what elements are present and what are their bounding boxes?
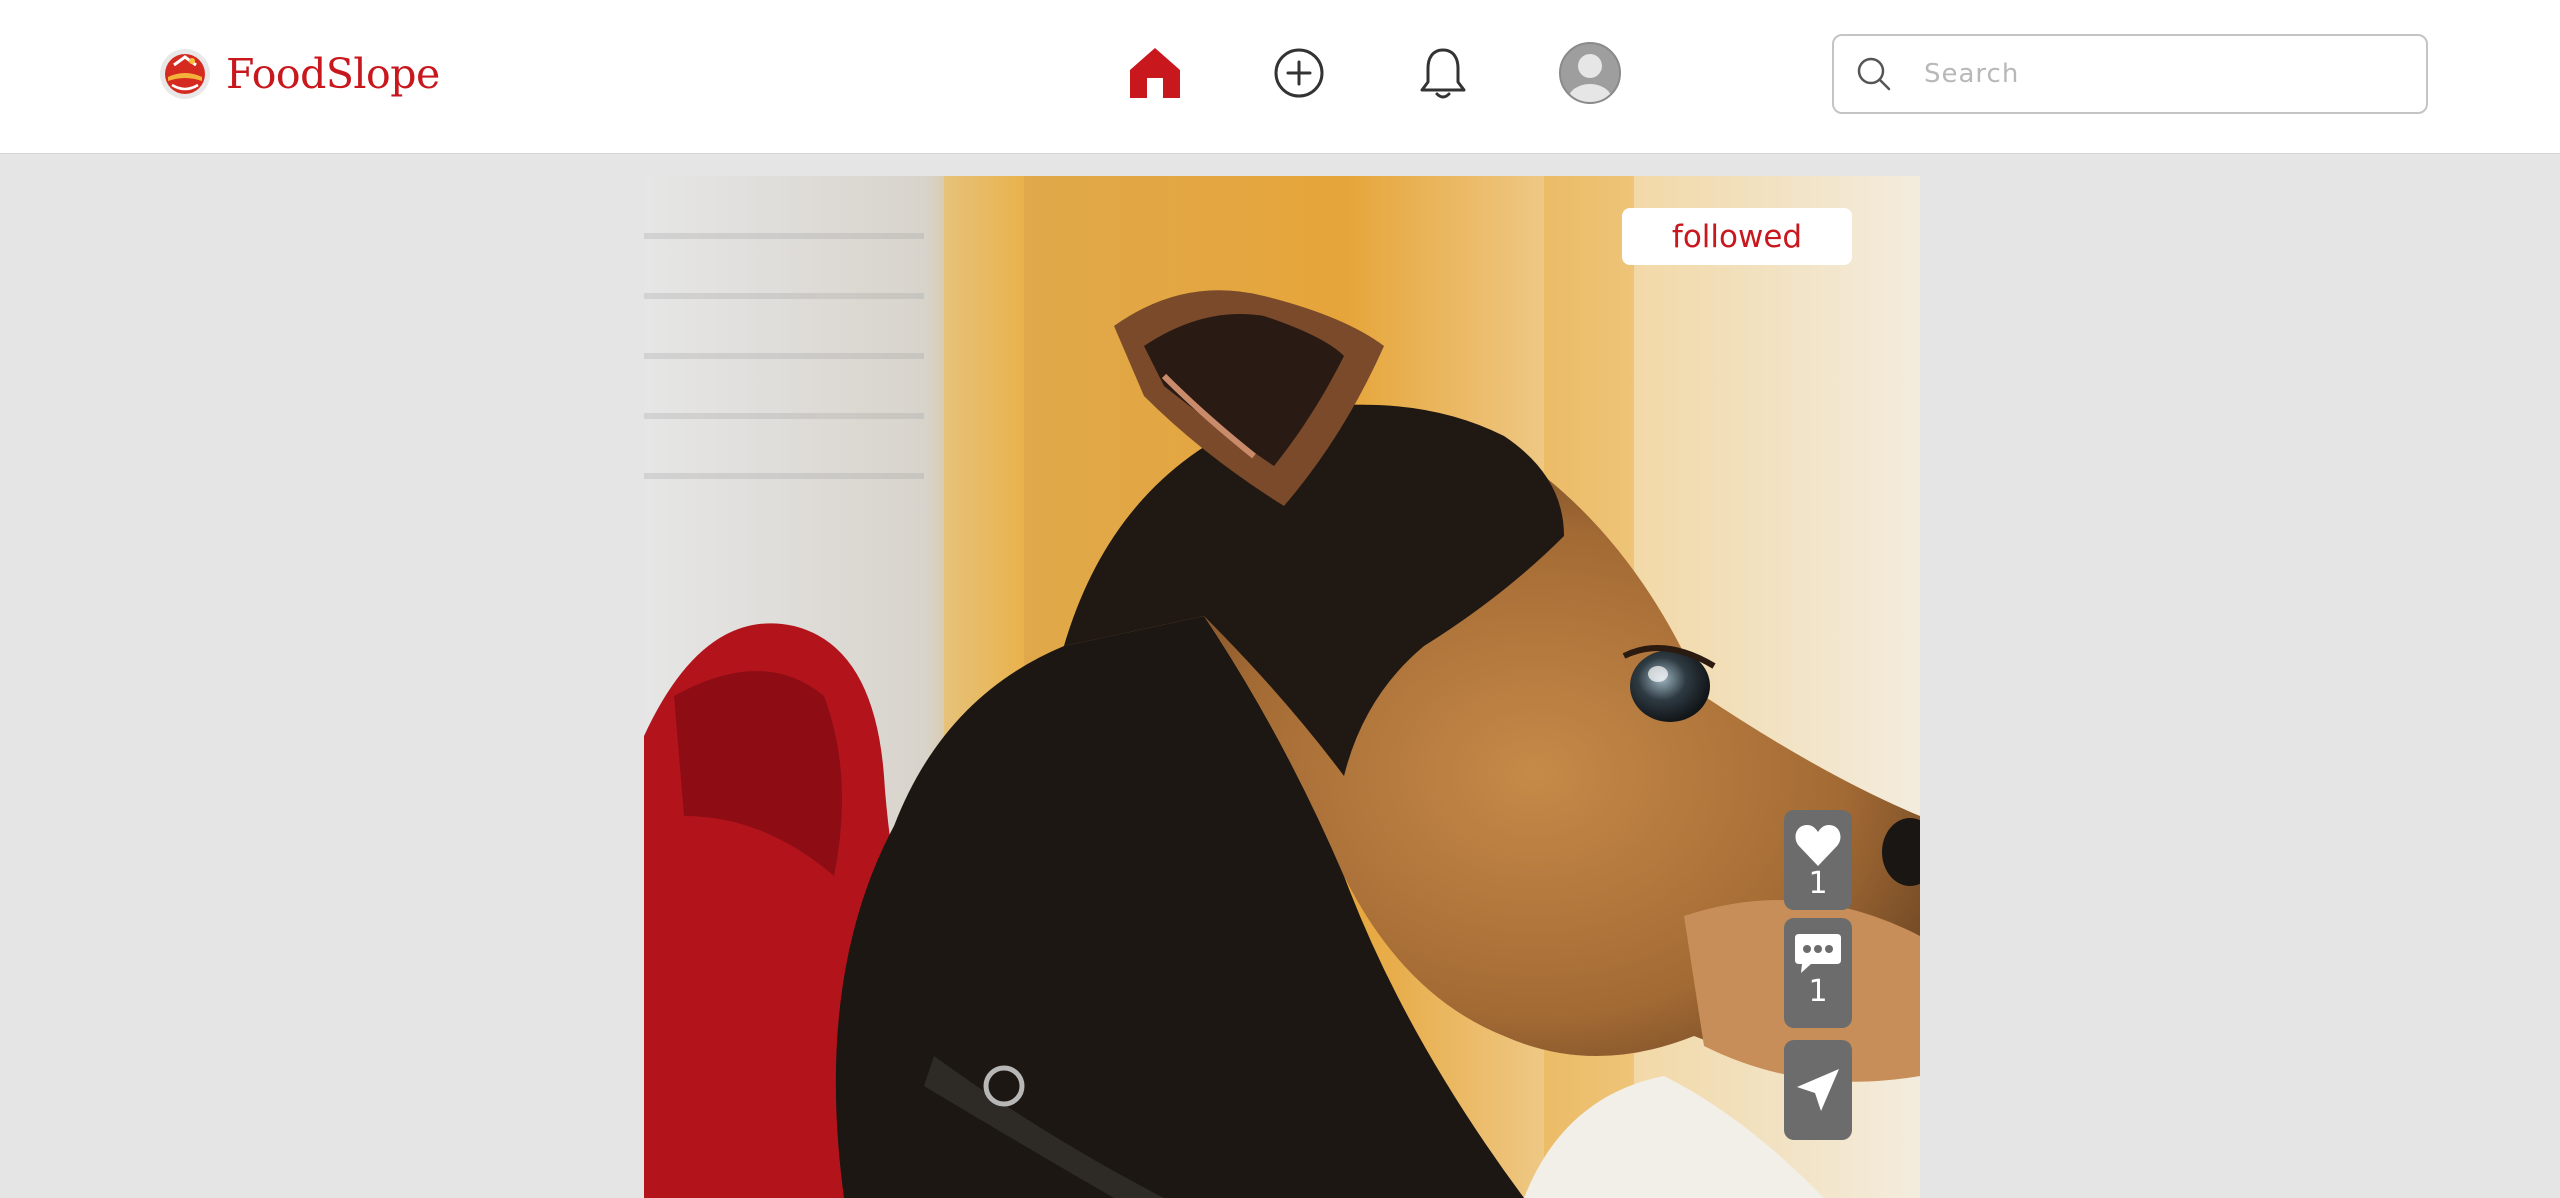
comment-icon: [1795, 934, 1841, 973]
foodslope-logo-icon: [160, 49, 210, 99]
brand[interactable]: FoodSlope: [158, 44, 440, 104]
share-button[interactable]: [1784, 1040, 1852, 1140]
nav-notifications-button[interactable]: [1410, 40, 1476, 106]
send-icon: [1797, 1069, 1839, 1111]
follow-button[interactable]: followed: [1622, 208, 1852, 265]
comment-button[interactable]: 1: [1784, 918, 1852, 1028]
profile-avatar-icon: [1559, 42, 1621, 104]
like-count: 1: [1808, 866, 1828, 901]
heart-icon: [1795, 825, 1841, 866]
like-button[interactable]: 1: [1784, 810, 1852, 910]
add-circle-icon: [1274, 48, 1324, 98]
nav-create-post-button[interactable]: [1266, 40, 1332, 106]
comment-count: 1: [1808, 974, 1828, 1009]
home-icon: [1130, 48, 1180, 98]
bell-icon: [1420, 48, 1466, 99]
search-input[interactable]: [1922, 58, 2406, 90]
nav-home-button[interactable]: [1122, 40, 1188, 106]
nav-profile-button[interactable]: [1557, 40, 1623, 106]
search-box[interactable]: [1832, 34, 2428, 114]
post-photo: [644, 176, 1920, 1198]
top-nav-bar: FoodSlope: [0, 0, 2560, 154]
search-icon: [1857, 57, 1891, 91]
post-card: [644, 176, 1920, 1198]
brand-name: FoodSlope: [226, 50, 440, 98]
